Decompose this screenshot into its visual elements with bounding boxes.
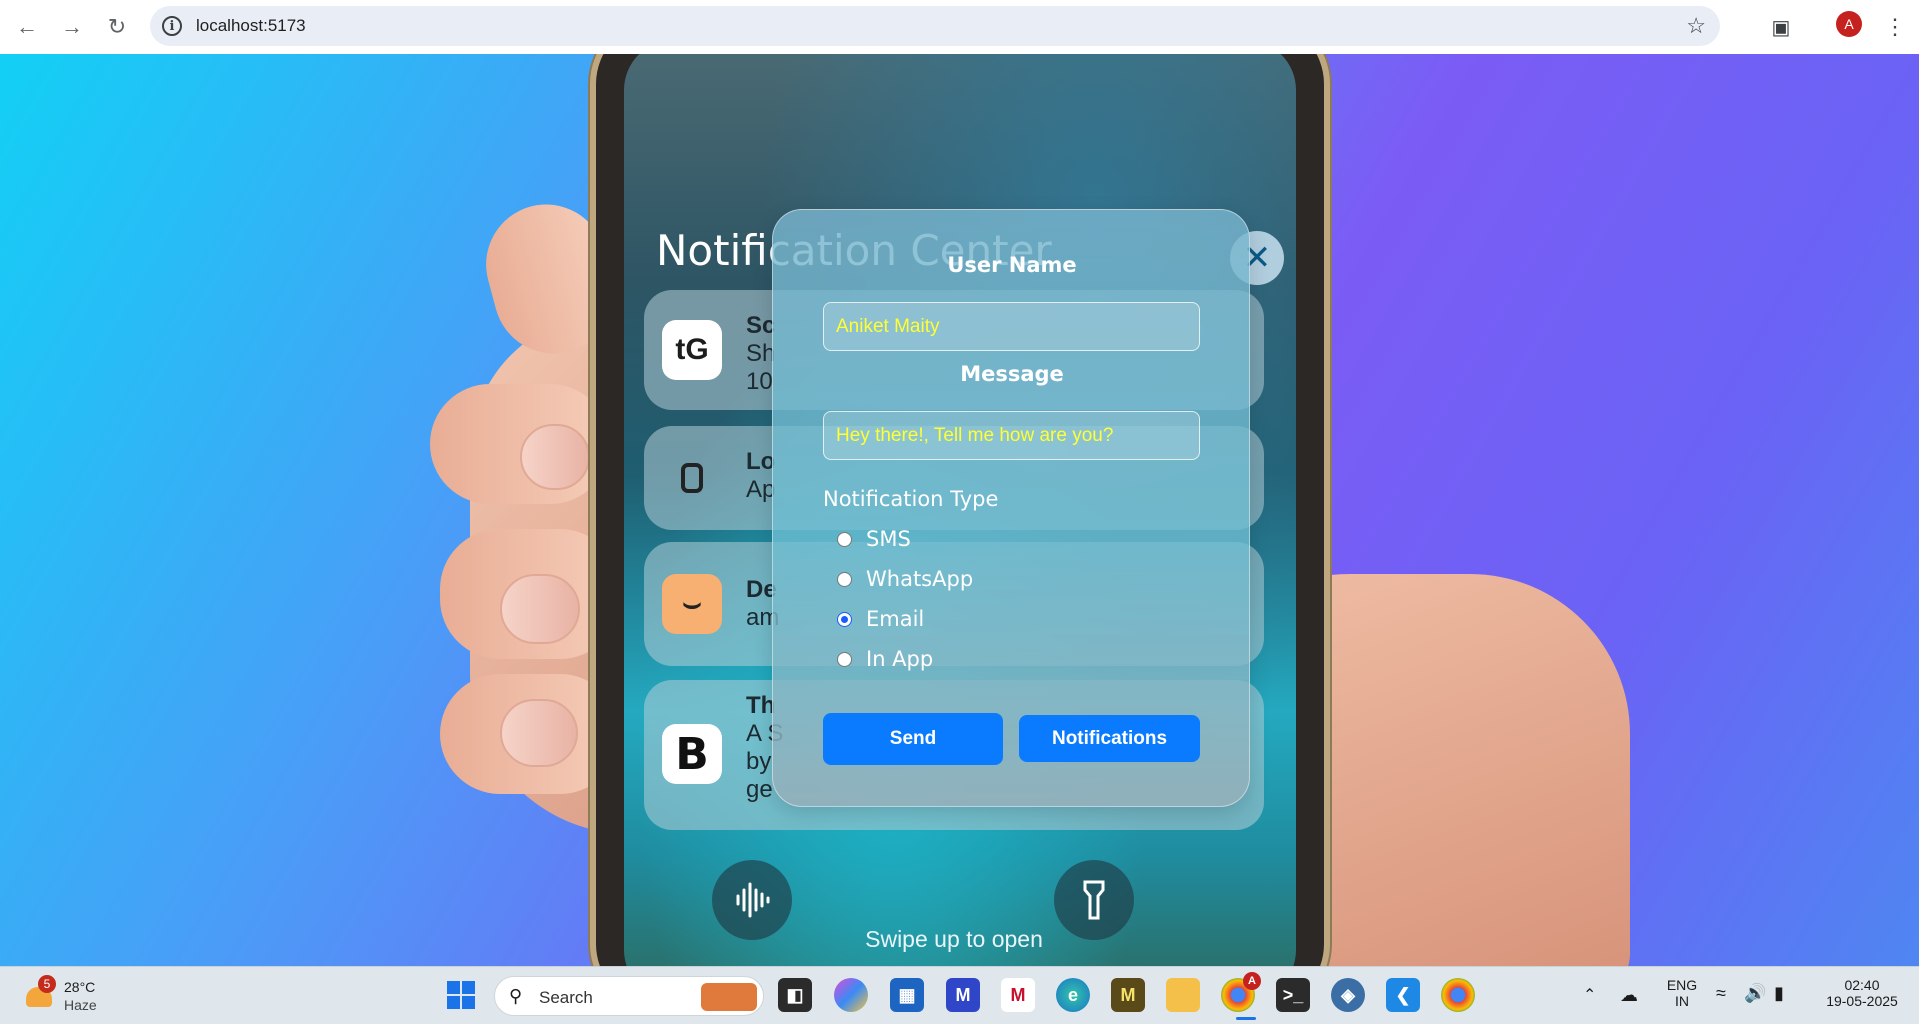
sms-radio[interactable] [837, 531, 852, 547]
mcafee-icon[interactable]: M [1001, 978, 1035, 1012]
running-indicator [1236, 1017, 1256, 1020]
volume-icon[interactable]: 🔊 [1744, 983, 1766, 1004]
send-button[interactable]: Send [823, 713, 1003, 765]
in-app-radio[interactable] [837, 651, 852, 667]
address-url[interactable]: localhost:5173 [196, 16, 306, 36]
fingernail-image [500, 574, 580, 644]
notification-line: ge [746, 776, 773, 803]
vscode-icon[interactable]: ❮ [1386, 978, 1420, 1012]
radio-label: In App [866, 647, 934, 671]
reload-icon[interactable]: ↻ [100, 10, 134, 44]
language-code: ENG [1666, 977, 1698, 993]
email-radio[interactable] [837, 611, 852, 627]
bookmark-star-icon[interactable]: ☆ [1686, 13, 1706, 39]
app-m-icon[interactable]: M [946, 978, 980, 1012]
notification-line: 10 [746, 368, 773, 395]
notifications-button[interactable]: Notifications [1019, 715, 1200, 762]
clock-time: 02:40 [1844, 977, 1880, 993]
address-bar[interactable]: i localhost:5173 ☆ [150, 6, 1720, 46]
windows-start-icon[interactable] [444, 978, 478, 1012]
region-code: IN [1675, 993, 1689, 1009]
tg-app-icon: tG [662, 320, 722, 380]
copilot-icon[interactable] [834, 978, 868, 1012]
radio-option-in-app[interactable]: In App [837, 647, 933, 671]
fingernail-image [500, 699, 578, 767]
chrome-profile-badge: A [1243, 972, 1261, 990]
radio-label: SMS [866, 527, 911, 551]
search-icon: ⚲ [509, 986, 523, 1006]
notification-title: Lo [746, 448, 776, 475]
temperature: 28°C [64, 979, 96, 995]
radio-label: Email [866, 607, 925, 631]
message-label: Message [960, 362, 1064, 386]
weather-badge: 5 [38, 975, 56, 993]
language-indicator[interactable]: ENG IN [1662, 977, 1702, 1009]
weather-widget[interactable]: 5 28°C Haze [22, 975, 112, 1017]
username-input[interactable] [823, 302, 1200, 351]
task-view-icon[interactable]: ◧ [778, 978, 812, 1012]
taskbar-search[interactable]: ⚲ Search [494, 976, 764, 1016]
taskbar-search-label: Search [539, 988, 593, 1007]
weather-condition: Haze [64, 997, 97, 1013]
notification-type-label: Notification Type [823, 487, 999, 511]
b-app-icon: B [662, 724, 722, 784]
wifi-icon[interactable]: ≈ [1716, 983, 1726, 1004]
radio-option-whatsapp[interactable]: WhatsApp [837, 567, 973, 591]
browser-toolbar: ← → ↻ i localhost:5173 ☆ ▣ A ⋮ [0, 0, 1919, 54]
site-info-icon[interactable]: i [162, 16, 182, 36]
whatsapp-radio[interactable] [837, 571, 852, 587]
notification-title: Sc [746, 312, 776, 339]
page-viewport: Notification Center ✕ tG Sc Sh 10 Lo Ap [0, 54, 1919, 966]
clock-date: 19-05-2025 [1826, 993, 1898, 1009]
radio-option-email[interactable]: Email [837, 607, 924, 631]
voice-waveform-icon[interactable] [712, 860, 792, 940]
search-highlight-icon [701, 983, 757, 1011]
clock[interactable]: 02:40 19-05-2025 [1812, 977, 1912, 1009]
app-m2-icon[interactable]: M [1111, 978, 1145, 1012]
file-explorer-icon[interactable] [1166, 978, 1200, 1012]
notification-title: Th [746, 692, 776, 719]
chrome-profile2-icon[interactable] [1441, 978, 1475, 1012]
back-icon[interactable]: ← [10, 10, 44, 44]
menu-kebab-icon[interactable]: ⋮ [1880, 12, 1910, 42]
windows-taskbar: 5 28°C Haze ⚲ Search ◧ ▦ M M e M A >_ ◈ … [0, 966, 1919, 1024]
postgres-icon[interactable]: ◈ [1331, 978, 1365, 1012]
microsoft-store-icon[interactable]: ▦ [890, 978, 924, 1012]
radio-label: WhatsApp [866, 567, 974, 591]
send-notification-form: User Name Message Notification Type SMS … [772, 209, 1250, 807]
notification-line: by [746, 748, 772, 775]
onedrive-icon[interactable]: ☁ [1620, 985, 1638, 1006]
watch-app-icon [662, 448, 722, 508]
username-label: User Name [947, 253, 1077, 277]
extensions-icon[interactable]: ▣ [1766, 12, 1796, 42]
battery-icon[interactable]: ▮ [1774, 983, 1784, 1004]
message-input[interactable] [823, 411, 1200, 460]
swipe-up-hint: Swipe up to open [865, 926, 1043, 952]
terminal-icon[interactable]: >_ [1276, 978, 1310, 1012]
notification-line: Sh [746, 340, 776, 367]
forward-icon[interactable]: → [55, 10, 89, 44]
amazon-app-icon: ⌣ [662, 574, 722, 634]
radio-option-sms[interactable]: SMS [837, 527, 911, 551]
profile-avatar[interactable]: A [1836, 11, 1862, 37]
notification-line: Ap [746, 476, 776, 503]
edge-icon[interactable]: e [1056, 978, 1090, 1012]
tray-chevron-icon[interactable]: ⌃ [1583, 985, 1596, 1005]
chrome-icon[interactable]: A [1221, 972, 1261, 1012]
fingernail-image [520, 424, 590, 490]
